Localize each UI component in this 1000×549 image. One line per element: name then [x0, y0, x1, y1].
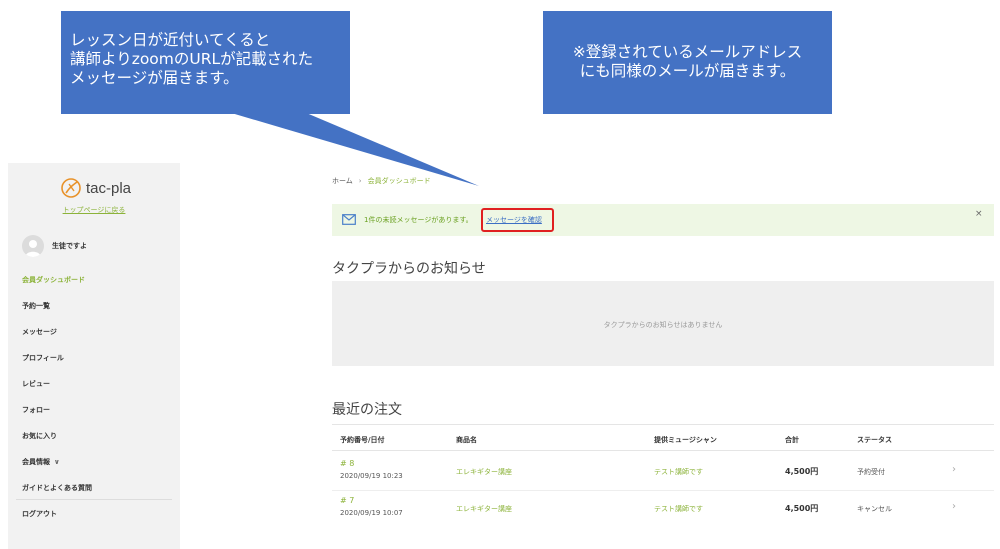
sidebar-item-messages[interactable]: メッセージ: [22, 327, 57, 337]
callout-left: レッスン日が近付いてくると 講師よりzoomのURLが記載された メッセージが届…: [61, 11, 350, 114]
table-row[interactable]: # 7 2020/09/19 10:07 エレキギター講座 テスト講師です 4,…: [332, 491, 994, 531]
chevron-right-icon[interactable]: ›: [952, 501, 956, 512]
column-header: ステータス: [857, 436, 892, 444]
site-logo[interactable]: tac-pla: [60, 177, 131, 199]
callout-left-line: 講師よりzoomのURLが記載された: [70, 50, 314, 68]
logo-icon: [61, 178, 81, 198]
orders-title: 最近の注文: [332, 402, 402, 418]
sidebar-item-label: 会員情報: [22, 458, 50, 466]
order-date: 2020/09/19 10:07: [340, 509, 403, 517]
sidebar-divider: [16, 499, 172, 500]
sidebar-item-reviews[interactable]: レビュー: [22, 379, 50, 389]
table-row[interactable]: # 8 2020/09/19 10:23 エレキギター講座 テスト講師です 4,…: [332, 451, 994, 491]
product-name[interactable]: エレキギター講座: [456, 504, 512, 514]
notice-text: 1件の未読メッセージがあります。: [364, 216, 473, 224]
callout-right-line: にも同様のメールが届きます。: [579, 62, 796, 80]
breadcrumb-separator: ›: [358, 177, 362, 185]
order-total: 4,500円: [785, 467, 819, 476]
unread-message-notice: 1件の未読メッセージがあります。: [332, 204, 994, 236]
column-header: 合計: [785, 436, 799, 444]
breadcrumb: ホーム › 会員ダッシュボード: [332, 176, 431, 186]
column-header: 予約番号/日付: [340, 436, 385, 444]
news-panel: タクプラからのお知らせはありません: [332, 281, 994, 366]
chevron-down-icon: ∨: [54, 458, 60, 466]
news-empty-text: タクプラからのお知らせはありません: [603, 321, 723, 329]
top-page-link[interactable]: トップページに戻る: [8, 205, 180, 215]
highlight-box: [481, 208, 554, 232]
chevron-right-icon[interactable]: ›: [952, 464, 956, 475]
sidebar-item-follow[interactable]: フォロー: [22, 405, 50, 415]
order-date: 2020/09/19 10:23: [340, 472, 403, 480]
musician-name[interactable]: テスト講師です: [654, 504, 703, 514]
user-profile[interactable]: 生徒ですよ: [22, 235, 87, 257]
sidebar-item-logout[interactable]: ログアウト: [22, 509, 57, 519]
callout-right-line: ※登録されているメールアドレス: [572, 43, 803, 61]
breadcrumb-home[interactable]: ホーム: [332, 177, 353, 185]
orders-table-header: 予約番号/日付 商品名 提供ミュージシャン 合計 ステータス: [332, 424, 994, 451]
callout-left-line: メッセージが届きます。: [70, 69, 239, 87]
musician-name[interactable]: テスト講師です: [654, 467, 703, 477]
news-title: タクプラからのお知らせ: [332, 261, 486, 277]
sidebar: tac-pla トップページに戻る 生徒ですよ 会員ダッシュボード 予約一覧 メ…: [8, 163, 180, 549]
user-icon: [25, 240, 41, 257]
sidebar-item-profile[interactable]: プロフィール: [22, 353, 64, 363]
order-number[interactable]: # 7: [340, 496, 354, 505]
close-icon[interactable]: ×: [975, 209, 983, 219]
order-number[interactable]: # 8: [340, 459, 354, 468]
order-total: 4,500円: [785, 504, 819, 513]
sidebar-item-reservations[interactable]: 予約一覧: [22, 301, 50, 311]
sidebar-item-member-info[interactable]: 会員情報 ∨: [22, 457, 60, 467]
order-status: キャンセル: [857, 505, 892, 513]
callout-right: ※登録されているメールアドレス にも同様のメールが届きます。: [543, 11, 832, 114]
breadcrumb-current[interactable]: 会員ダッシュボード: [368, 177, 431, 185]
sidebar-item-favorites[interactable]: お気に入り: [22, 431, 57, 441]
sidebar-item-dashboard[interactable]: 会員ダッシュボード: [22, 275, 85, 285]
user-name: 生徒ですよ: [52, 242, 87, 250]
column-header: 提供ミュージシャン: [654, 436, 717, 444]
callout-left-line: レッスン日が近付いてくると: [70, 31, 271, 49]
mail-icon: [342, 214, 356, 225]
sidebar-item-guide[interactable]: ガイドとよくある質問: [22, 483, 92, 493]
order-status: 予約受付: [857, 468, 885, 476]
product-name[interactable]: エレキギター講座: [456, 467, 512, 477]
column-header: 商品名: [456, 436, 477, 444]
logo-text: tac-pla: [86, 179, 132, 197]
avatar: [22, 235, 44, 257]
